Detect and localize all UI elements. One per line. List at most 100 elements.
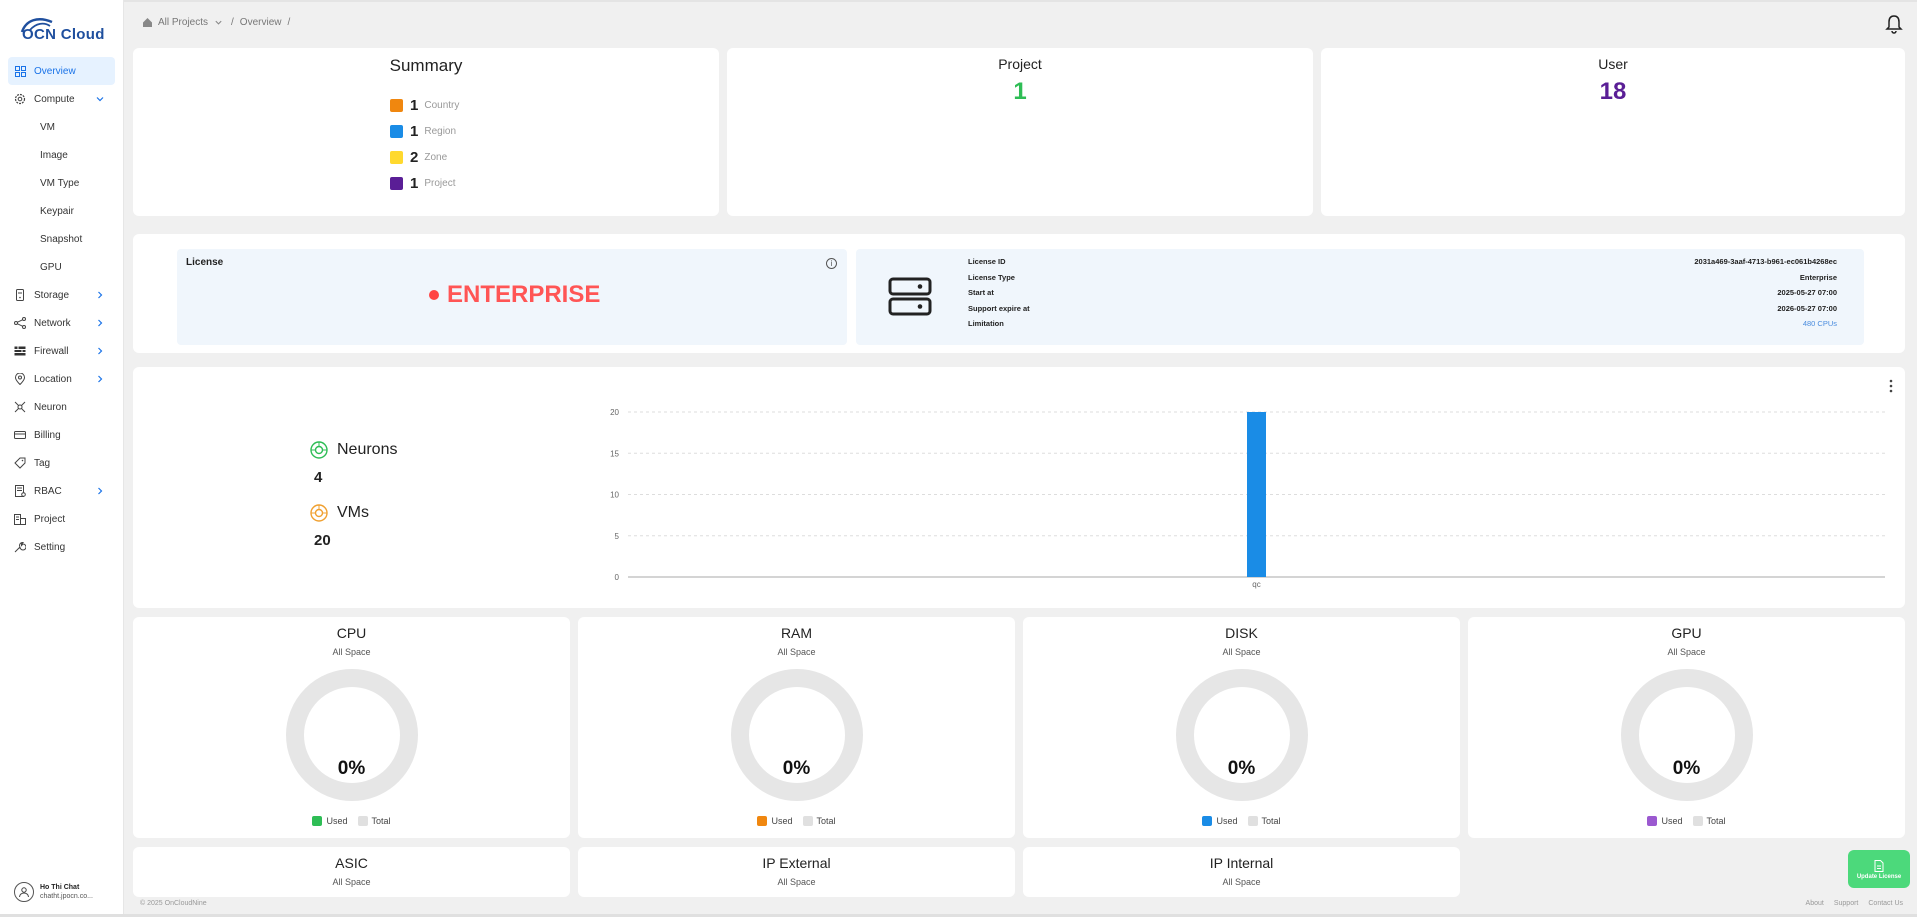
usage-percent: 0% <box>1672 758 1701 779</box>
chevron-right-icon <box>98 375 103 383</box>
usage-donut <box>730 669 863 801</box>
legend-label: Used <box>326 816 348 826</box>
legend-total[interactable]: Total <box>1247 816 1281 826</box>
legend-label: Total <box>816 816 836 826</box>
neurons-count: 4 <box>314 469 323 486</box>
legend-swatch <box>1247 816 1258 826</box>
status-dot-icon <box>429 290 439 300</box>
storage-icon <box>14 289 26 301</box>
footer-links: About Support Contact Us <box>1796 900 1903 907</box>
start-at-value: 2025-05-27 07:00 <box>1777 288 1837 297</box>
usage-donut <box>1175 669 1308 801</box>
summary-count: 1 <box>410 174 419 192</box>
sidebar-item-project[interactable]: Project <box>8 505 115 533</box>
x-tick-label: qc <box>1252 580 1260 589</box>
summary-label: Country <box>424 99 460 111</box>
gear-icon <box>14 93 26 105</box>
project-swatch <box>390 176 403 190</box>
info-icon[interactable]: i <box>826 258 837 269</box>
footer-link-support[interactable]: Support <box>1834 900 1859 907</box>
bar[interactable] <box>1247 412 1266 577</box>
sidebar-item-location[interactable]: Location <box>8 365 115 393</box>
limitation-value[interactable]: 480 CPUs <box>1803 319 1837 335</box>
grid-icon <box>14 65 26 77</box>
footer-link-contact[interactable]: Contact Us <box>1868 900 1903 907</box>
neurons-label: Neurons <box>337 441 398 458</box>
footer-link-about[interactable]: About <box>1806 900 1824 907</box>
legend-used[interactable]: Used <box>1202 816 1238 826</box>
legend-total[interactable]: Total <box>1692 816 1726 826</box>
chevron-down-icon[interactable] <box>214 18 223 27</box>
chevron-right-icon <box>98 319 103 327</box>
cpu-card: CPU All Space 0% Used Total <box>133 617 570 838</box>
update-license-button[interactable]: Update License <box>1848 850 1910 888</box>
legend-label: Total <box>1261 816 1281 826</box>
sidebar-item-neuron[interactable]: Neuron <box>8 393 115 421</box>
chevron-down-icon <box>96 97 104 102</box>
legend-label: Used <box>1661 816 1683 826</box>
neuron-icon <box>14 401 26 413</box>
sidebar-item-billing[interactable]: Billing <box>8 421 115 449</box>
summary-count: 2 <box>410 148 419 166</box>
sidebar-item-tag[interactable]: Tag <box>8 449 115 477</box>
summary-row: 2 Zone <box>390 144 459 170</box>
project-count: 1 <box>1013 78 1027 105</box>
sidebar-item-storage[interactable]: Storage <box>8 281 115 309</box>
legend-total[interactable]: Total <box>357 816 391 826</box>
legend: Used Total <box>1023 816 1460 826</box>
license-edition-text: ENTERPRISE <box>447 281 601 308</box>
license-field-row: License ID 2031a469-3aaf-4713-b961-ec061b… <box>968 257 1837 273</box>
copyright: © 2025 OnCloudNine <box>140 900 207 907</box>
license-field-row: Support expire at 2026-05-27 07:00 <box>968 304 1837 320</box>
sidebar-item-setting[interactable]: Setting <box>8 533 115 561</box>
legend-used[interactable]: Used <box>312 816 348 826</box>
sidebar-subitem-vm-type[interactable]: VM Type <box>8 169 115 197</box>
y-tick-label: 15 <box>610 449 619 458</box>
field-key: Support expire at <box>968 303 1030 313</box>
server-icon <box>888 277 932 316</box>
topbar: All Projects / Overview / <box>125 2 1917 42</box>
sidebar-item-network[interactable]: Network <box>8 309 115 337</box>
ip-internal-card: IP Internal All Space <box>1023 847 1460 897</box>
sidebar-subitem-keypair[interactable]: Keypair <box>8 197 115 225</box>
sidebar-subitem-snapshot[interactable]: Snapshot <box>8 225 115 253</box>
logo[interactable]: OCN Cloud <box>16 14 116 46</box>
license-label: License <box>186 257 224 268</box>
user-profile[interactable]: Ho Thi Chat chatht.jpocn.co... <box>14 882 93 902</box>
license-type-value: Enterprise <box>1799 272 1837 282</box>
breadcrumb-all-projects[interactable]: All Projects <box>158 17 208 28</box>
building-icon <box>14 513 26 525</box>
project-card: Project 1 <box>727 48 1313 216</box>
resource-subtitle: All Space <box>777 647 816 657</box>
resource-title: DISK <box>1225 625 1258 641</box>
legend-total[interactable]: Total <box>802 816 836 826</box>
legend-used[interactable]: Used <box>1647 816 1683 826</box>
sidebar-subitem-vm[interactable]: VM <box>8 113 115 141</box>
bell-icon[interactable] <box>1885 14 1903 34</box>
sidebar-item-compute[interactable]: Compute <box>8 85 115 113</box>
license-field-row: Limitation 480 CPUs <box>968 319 1837 335</box>
vms-label: VMs <box>337 504 369 521</box>
license-field-row: Start at 2025-05-27 07:00 <box>968 288 1837 304</box>
home-icon[interactable] <box>142 17 153 28</box>
neurons-stats: Neurons 4 VMs 20 <box>310 441 397 567</box>
resource-title: RAM <box>780 625 813 641</box>
disk-card: DISK All Space 0% Used Total <box>1023 617 1460 838</box>
sidebar-subitem-image[interactable]: Image <box>8 141 115 169</box>
sidebar-item-overview[interactable]: Overview <box>8 57 115 85</box>
legend: Used Total <box>1468 816 1905 826</box>
sidebar-subitem-gpu[interactable]: GPU <box>8 253 115 281</box>
sidebar-item-label: Project <box>34 513 66 525</box>
sidebar-item-firewall[interactable]: Firewall <box>8 337 115 365</box>
breadcrumb-overview[interactable]: Overview <box>240 17 282 28</box>
summary-label: Project <box>424 177 456 189</box>
summary-row: 1 Project <box>390 170 459 196</box>
summary-row: 1 Region <box>390 118 459 144</box>
more-options-icon[interactable] <box>1889 379 1893 393</box>
sidebar-item-rbac[interactable]: RBAC <box>8 477 115 505</box>
legend-used[interactable]: Used <box>757 816 793 826</box>
summary-label: Region <box>424 125 457 137</box>
legend-swatch <box>1202 816 1213 826</box>
resource-subtitle: All Space <box>332 877 371 887</box>
zone-swatch <box>390 150 403 164</box>
